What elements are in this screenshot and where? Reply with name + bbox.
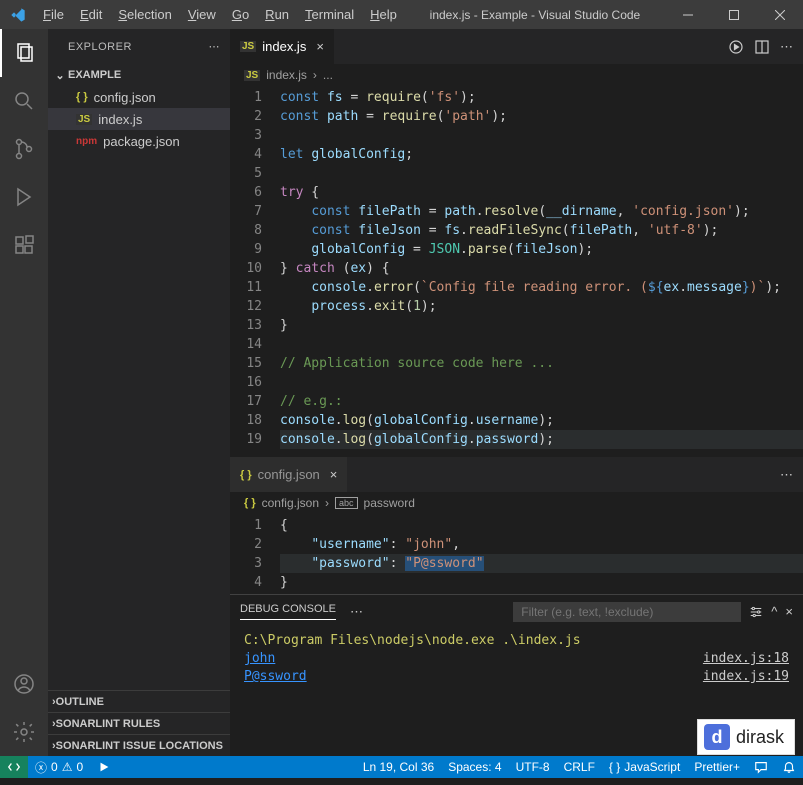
file-config-json[interactable]: { } config.json <box>48 86 230 108</box>
source-location-link[interactable]: index.js:19 <box>703 668 789 686</box>
js-file-icon: JS <box>244 70 260 81</box>
editor-more-icon[interactable]: ⋯ <box>780 39 793 55</box>
tab-config-json[interactable]: { } config.json × <box>230 457 348 492</box>
breadcrumb[interactable]: { } config.json › abc password <box>230 492 803 514</box>
explorer-sidebar: EXPLORER ⋯ ⌄ EXAMPLE { } config.jsonJS ind… <box>48 29 230 756</box>
chevron-right-icon: › <box>52 718 56 730</box>
status-remote-icon[interactable] <box>0 756 28 778</box>
js-file-icon: JS <box>240 41 256 52</box>
file-label: index.js <box>98 112 142 127</box>
status-bar: ⓧ 0 ⚠ 0 Ln 19, Col 36 Spaces: 4 UTF-8 CR… <box>0 756 803 778</box>
status-bell-icon[interactable] <box>775 756 803 778</box>
dirask-logo-icon: d <box>704 724 730 750</box>
title-bar: FileEditSelectionViewGoRunTerminalHelp i… <box>0 0 803 29</box>
console-line: johnindex.js:18 <box>244 650 789 668</box>
sidebar-section-sonarlint-issue-locations[interactable]: ›SONARLINT ISSUE LOCATIONS <box>48 734 230 756</box>
status-cursor-position[interactable]: Ln 19, Col 36 <box>356 756 441 778</box>
menu-run[interactable]: Run <box>257 0 297 29</box>
file-label: config.json <box>94 90 156 105</box>
code-editor-2[interactable]: 1234 { "username": "john", "password": "… <box>230 514 803 594</box>
chevron-right-icon: › <box>52 740 56 752</box>
project-name: EXAMPLE <box>68 69 121 81</box>
panel-maximize-icon[interactable]: ^ <box>771 604 777 619</box>
vscode-logo-icon <box>0 7 35 23</box>
panel-filter-input[interactable] <box>513 602 741 622</box>
dirask-watermark: d dirask <box>697 719 795 755</box>
run-icon[interactable] <box>728 39 744 55</box>
menu-selection[interactable]: Selection <box>110 0 179 29</box>
status-feedback-icon[interactable] <box>747 756 775 778</box>
accounts-activity-icon[interactable] <box>0 660 48 708</box>
json-file-icon: { } <box>244 497 256 509</box>
source-control-activity-icon[interactable] <box>0 125 48 173</box>
json-file-icon: { } <box>240 469 252 481</box>
window-title: index.js - Example - Visual Studio Code <box>405 8 665 22</box>
menu-file[interactable]: File <box>35 0 72 29</box>
code-editor-1[interactable]: 12345678910111213141516171819 const fs =… <box>230 86 803 456</box>
file-label: package.json <box>103 134 180 149</box>
breadcrumb-item: config.json <box>262 496 319 510</box>
js-file-icon: JS <box>76 114 92 125</box>
filter-settings-icon[interactable] <box>749 605 763 619</box>
editor-tabs: JS index.js × ⋯ <box>230 29 803 64</box>
menu-go[interactable]: Go <box>224 0 257 29</box>
dirask-label: dirask <box>736 727 784 748</box>
explorer-title: EXPLORER <box>68 41 132 53</box>
project-folder-header[interactable]: ⌄ EXAMPLE <box>48 64 230 86</box>
maximize-button[interactable] <box>711 0 757 29</box>
settings-activity-icon[interactable] <box>0 708 48 756</box>
menu-edit[interactable]: Edit <box>72 0 110 29</box>
breadcrumb[interactable]: JS index.js › ... <box>230 64 803 86</box>
panel-tab-debug-console[interactable]: DEBUG CONSOLE <box>240 603 336 620</box>
search-activity-icon[interactable] <box>0 77 48 125</box>
status-eol[interactable]: CRLF <box>557 756 602 778</box>
explorer-activity-icon[interactable] <box>0 29 48 77</box>
status-errors[interactable]: ⓧ 0 ⚠ 0 <box>28 756 90 778</box>
breadcrumb-item: password <box>364 496 415 510</box>
chevron-right-icon: › <box>325 496 329 510</box>
explorer-more-icon[interactable]: ⋯ <box>209 40 221 53</box>
status-debug-icon[interactable] <box>90 756 118 778</box>
status-encoding[interactable]: UTF-8 <box>509 756 557 778</box>
menu-bar: FileEditSelectionViewGoRunTerminalHelp <box>35 0 405 29</box>
editor-more-icon[interactable]: ⋯ <box>780 467 793 483</box>
chevron-right-icon: › <box>313 68 317 82</box>
file-package-json[interactable]: npm package.json <box>48 130 230 152</box>
tab-close-icon[interactable]: × <box>330 467 338 482</box>
status-language[interactable]: { } JavaScript <box>602 756 687 778</box>
breadcrumb-item: index.js <box>266 68 307 82</box>
tab-label: index.js <box>262 39 306 54</box>
status-prettier[interactable]: Prettier+ <box>687 756 747 778</box>
npm-file-icon: npm <box>76 136 97 147</box>
menu-help[interactable]: Help <box>362 0 405 29</box>
minimize-button[interactable] <box>665 0 711 29</box>
breadcrumb-item: ... <box>323 68 333 82</box>
sidebar-section-sonarlint-rules[interactable]: ›SONARLINT RULES <box>48 712 230 734</box>
menu-view[interactable]: View <box>180 0 224 29</box>
file-index-js[interactable]: JS index.js <box>48 108 230 130</box>
debug-console-panel: DEBUG CONSOLE ⋯ ^ × C:\Program Files\nod… <box>230 594 803 690</box>
sidebar-section-outline[interactable]: ›OUTLINE <box>48 690 230 712</box>
run-debug-activity-icon[interactable] <box>0 173 48 221</box>
string-symbol-icon: abc <box>335 497 358 509</box>
panel-close-icon[interactable]: × <box>785 604 793 619</box>
extensions-activity-icon[interactable] <box>0 221 48 269</box>
source-location-link[interactable]: index.js:18 <box>703 650 789 668</box>
tab-close-icon[interactable]: × <box>316 39 324 54</box>
close-button[interactable] <box>757 0 803 29</box>
tab-index-js[interactable]: JS index.js × <box>230 29 335 64</box>
activity-bar <box>0 29 48 756</box>
panel-more-icon[interactable]: ⋯ <box>350 604 363 620</box>
tab-label: config.json <box>258 467 320 482</box>
json-file-icon: { } <box>76 91 88 103</box>
console-line: C:\Program Files\nodejs\node.exe .\index… <box>244 632 789 650</box>
menu-terminal[interactable]: Terminal <box>297 0 362 29</box>
console-line: P@sswordindex.js:19 <box>244 668 789 686</box>
split-editor-icon[interactable] <box>754 39 770 55</box>
status-indentation[interactable]: Spaces: 4 <box>441 756 508 778</box>
chevron-right-icon: › <box>52 696 56 708</box>
editor2-tabs: { } config.json × ⋯ <box>230 457 803 492</box>
chevron-down-icon: ⌄ <box>52 69 68 82</box>
